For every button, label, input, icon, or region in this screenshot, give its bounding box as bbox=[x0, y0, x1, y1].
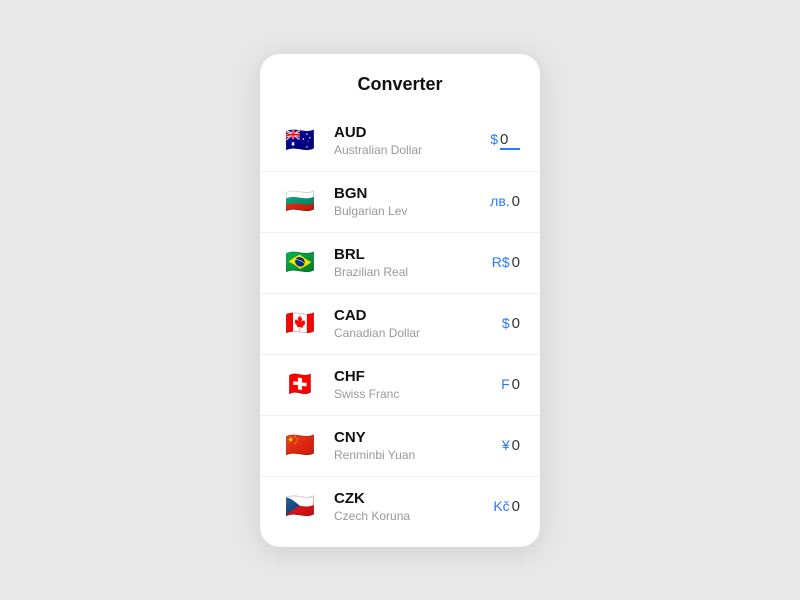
currency-name: Renminbi Yuan bbox=[334, 448, 502, 462]
currency-amount: 0 bbox=[512, 437, 520, 454]
currency-code: CZK bbox=[334, 490, 493, 507]
currency-info: AUD Australian Dollar bbox=[334, 124, 490, 157]
currency-item[interactable]: 🇨🇿 CZK Czech KorunaKč0 bbox=[260, 477, 540, 537]
currency-item[interactable]: 🇦🇺 AUD Australian Dollar$0 bbox=[260, 111, 540, 172]
flag-cny: 🇨🇳 bbox=[280, 426, 320, 466]
converter-card: Converter 🇦🇺AUDAustralian Dollar$0🇧🇬BGNB… bbox=[260, 54, 540, 547]
currency-symbol: R$ bbox=[492, 254, 510, 270]
currency-value: R$0 bbox=[492, 254, 520, 271]
currency-value: лв.0 bbox=[490, 193, 520, 210]
currency-info: CHF Swiss Franc bbox=[334, 368, 501, 401]
currency-item[interactable]: 🇨🇭 CHF Swiss FrancF0 bbox=[260, 355, 540, 416]
currency-value: ¥0 bbox=[502, 437, 520, 454]
flag-czk: 🇨🇿 bbox=[280, 487, 320, 527]
currency-name: Swiss Franc bbox=[334, 387, 501, 401]
currency-symbol: ¥ bbox=[502, 437, 510, 453]
card-title: Converter bbox=[260, 74, 540, 95]
currency-name: Bulgarian Lev bbox=[334, 204, 490, 218]
flag-aud: 🇦🇺 bbox=[280, 121, 320, 161]
currency-value: Kč0 bbox=[493, 498, 520, 515]
currency-amount: 0 bbox=[512, 193, 520, 210]
flag-bgn: 🇧🇬 bbox=[280, 182, 320, 222]
currency-info: CZK Czech Koruna bbox=[334, 490, 493, 523]
currency-info: BGN Bulgarian Lev bbox=[334, 185, 490, 218]
currency-value: $0 bbox=[502, 315, 520, 332]
currency-code: CNY bbox=[334, 429, 502, 446]
currency-list: 🇦🇺AUDAustralian Dollar$0🇧🇬BGNBulgarian L… bbox=[260, 111, 540, 537]
currency-amount: 0 bbox=[512, 376, 520, 393]
currency-name: Australian Dollar bbox=[334, 143, 490, 157]
flag-brl: 🇧🇷 bbox=[280, 243, 320, 283]
currency-symbol: Kč bbox=[493, 498, 509, 514]
currency-item[interactable]: 🇨🇦 CAD Canadian Dollar$0 bbox=[260, 294, 540, 355]
currency-item[interactable]: 🇧🇷 BRL Brazilian RealR$0 bbox=[260, 233, 540, 294]
currency-amount: 0 bbox=[512, 498, 520, 515]
flag-cad: 🇨🇦 bbox=[280, 304, 320, 344]
currency-amount: 0 bbox=[512, 315, 520, 332]
currency-name: Canadian Dollar bbox=[334, 326, 502, 340]
currency-info: CNY Renminbi Yuan bbox=[334, 429, 502, 462]
flag-chf: 🇨🇭 bbox=[280, 365, 320, 405]
currency-symbol: $ bbox=[502, 315, 510, 331]
currency-item[interactable]: 🇧🇬 BGN Bulgarian Levлв.0 bbox=[260, 172, 540, 233]
currency-item[interactable]: 🇨🇳 CNY Renminbi Yuan¥0 bbox=[260, 416, 540, 477]
currency-value: F0 bbox=[501, 376, 520, 393]
currency-name: Brazilian Real bbox=[334, 265, 492, 279]
currency-code: AUD bbox=[334, 124, 490, 141]
currency-code: BRL bbox=[334, 246, 492, 263]
currency-info: BRL Brazilian Real bbox=[334, 246, 492, 279]
currency-amount[interactable]: 0 bbox=[500, 131, 520, 150]
currency-code: BGN bbox=[334, 185, 490, 202]
currency-info: CAD Canadian Dollar bbox=[334, 307, 502, 340]
currency-code: CAD bbox=[334, 307, 502, 324]
currency-name: Czech Koruna bbox=[334, 509, 493, 523]
currency-symbol: F bbox=[501, 376, 510, 392]
currency-value[interactable]: $0 bbox=[490, 131, 520, 150]
currency-symbol: $ bbox=[490, 131, 498, 147]
currency-code: CHF bbox=[334, 368, 501, 385]
currency-amount: 0 bbox=[512, 254, 520, 271]
currency-symbol: лв. bbox=[490, 193, 510, 209]
